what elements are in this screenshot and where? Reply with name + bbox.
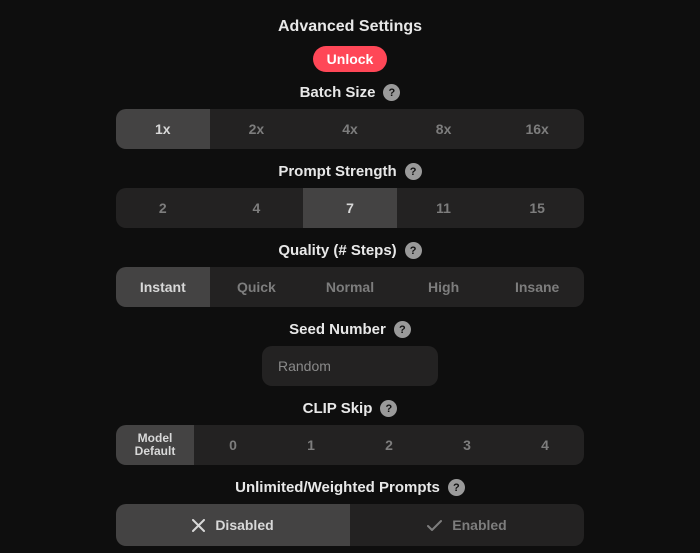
prompt-strength-option-2[interactable]: 2	[116, 188, 210, 228]
prompt-strength-option-4[interactable]: 4	[210, 188, 304, 228]
quality-option-quick[interactable]: Quick	[210, 267, 304, 307]
clip-skip-option-3[interactable]: 3	[428, 425, 506, 465]
check-icon	[427, 519, 442, 532]
quality-option-normal[interactable]: Normal	[303, 267, 397, 307]
clip-skip-option-model-default[interactable]: ModelDefault	[116, 425, 194, 465]
prompt-strength-label-row: Prompt Strength ?	[278, 163, 421, 180]
help-icon[interactable]: ?	[405, 163, 422, 180]
clip-skip-option-0[interactable]: 0	[194, 425, 272, 465]
help-icon[interactable]: ?	[383, 84, 400, 101]
clip-skip-label: CLIP Skip	[303, 400, 373, 417]
batch-size-option-1x[interactable]: 1x	[116, 109, 210, 149]
clip-skip-group: ModelDefault 0 1 2 3 4	[116, 425, 584, 465]
weighted-prompts-toggle: Disabled Enabled	[116, 504, 584, 546]
weighted-prompts-disabled-button[interactable]: Disabled	[116, 504, 350, 546]
clip-skip-option-2[interactable]: 2	[350, 425, 428, 465]
close-icon	[192, 519, 205, 532]
page-title: Advanced Settings	[278, 18, 422, 36]
prompt-strength-group: 2 4 7 11 15	[116, 188, 584, 228]
quality-option-high[interactable]: High	[397, 267, 491, 307]
seed-label-row: Seed Number ?	[289, 321, 411, 338]
clip-skip-option-4[interactable]: 4	[506, 425, 584, 465]
quality-option-insane[interactable]: Insane	[490, 267, 584, 307]
prompt-strength-label: Prompt Strength	[278, 163, 396, 180]
weighted-prompts-label-row: Unlimited/Weighted Prompts ?	[235, 479, 465, 496]
help-icon[interactable]: ?	[394, 321, 411, 338]
help-icon[interactable]: ?	[448, 479, 465, 496]
seed-label: Seed Number	[289, 321, 386, 338]
batch-size-group: 1x 2x 4x 8x 16x	[116, 109, 584, 149]
clip-skip-option-1[interactable]: 1	[272, 425, 350, 465]
batch-size-label: Batch Size	[300, 84, 376, 101]
seed-input[interactable]	[262, 346, 438, 386]
batch-size-option-16x[interactable]: 16x	[490, 109, 584, 149]
help-icon[interactable]: ?	[405, 242, 422, 259]
batch-size-option-4x[interactable]: 4x	[303, 109, 397, 149]
batch-size-option-2x[interactable]: 2x	[210, 109, 304, 149]
weighted-prompts-label: Unlimited/Weighted Prompts	[235, 479, 440, 496]
disabled-label: Disabled	[215, 517, 273, 533]
quality-label-row: Quality (# Steps) ?	[278, 242, 421, 259]
batch-size-option-8x[interactable]: 8x	[397, 109, 491, 149]
help-icon[interactable]: ?	[380, 400, 397, 417]
quality-group: Instant Quick Normal High Insane	[116, 267, 584, 307]
prompt-strength-option-7[interactable]: 7	[303, 188, 397, 228]
weighted-prompts-enabled-button[interactable]: Enabled	[350, 504, 584, 546]
quality-option-instant[interactable]: Instant	[116, 267, 210, 307]
prompt-strength-option-15[interactable]: 15	[490, 188, 584, 228]
enabled-label: Enabled	[452, 517, 506, 533]
batch-size-label-row: Batch Size ?	[300, 84, 401, 101]
clip-skip-label-row: CLIP Skip ?	[303, 400, 398, 417]
unlock-button[interactable]: Unlock	[313, 46, 388, 72]
prompt-strength-option-11[interactable]: 11	[397, 188, 491, 228]
quality-label: Quality (# Steps)	[278, 242, 396, 259]
